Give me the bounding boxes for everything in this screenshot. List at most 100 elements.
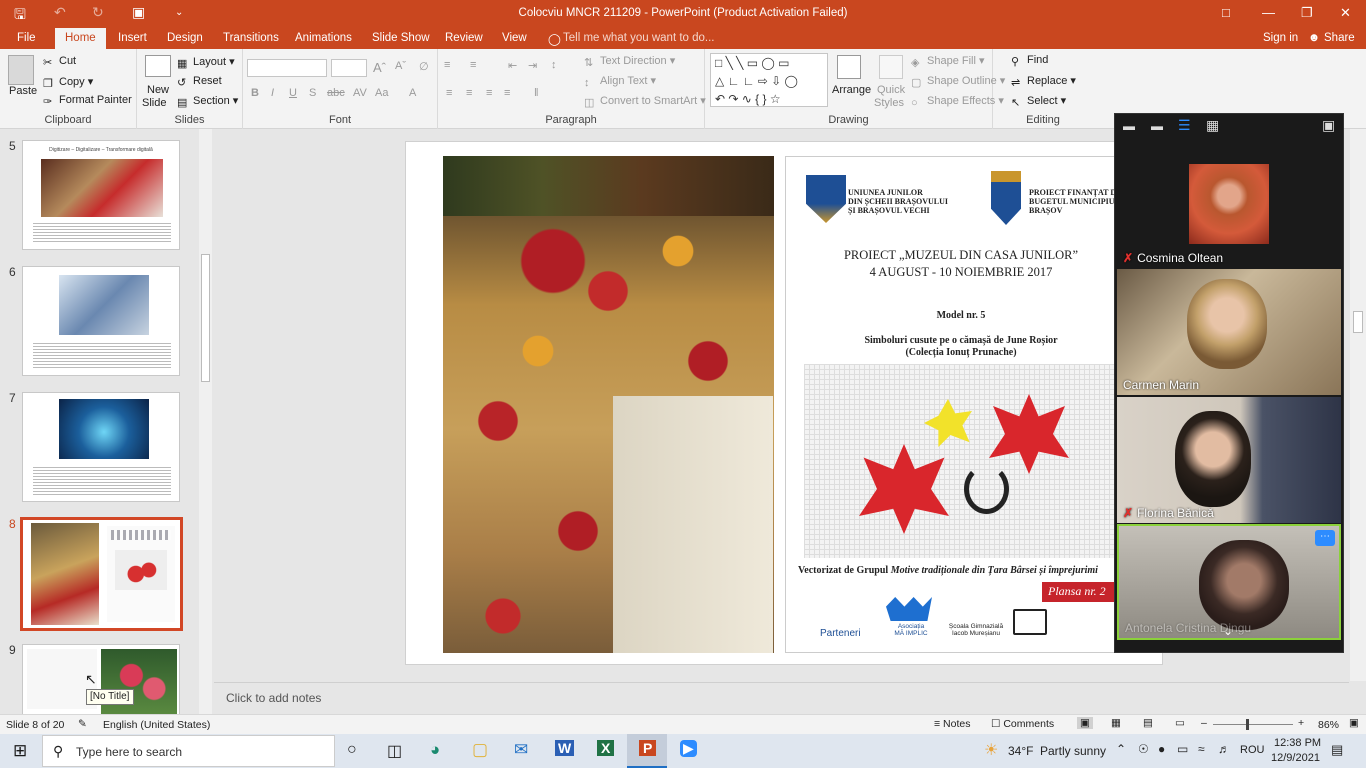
paste-button[interactable]: Paste [9, 85, 37, 97]
fit-slide-icon[interactable]: ▣ [1349, 717, 1359, 729]
weather-temp[interactable]: 34°F [1008, 744, 1033, 758]
volume-icon[interactable]: ♬ [1218, 742, 1230, 756]
slide-thumbnail-5[interactable]: Digitizare – Digitalizare – Transformare… [22, 140, 180, 250]
shape-effects-button[interactable]: ○ Shape Effects ▾ [911, 94, 1004, 109]
canvas-scrollbar[interactable] [1350, 129, 1366, 681]
justify-icon[interactable]: ≡ [504, 87, 510, 99]
zoom-out-icon[interactable]: – [1201, 717, 1207, 729]
minimize-icon[interactable]: ▬ [1123, 119, 1135, 133]
notes-placeholder[interactable]: Click to add notes [226, 691, 321, 705]
tab-file[interactable]: File [17, 32, 36, 44]
zoom-app-icon[interactable]: ▶ [680, 740, 697, 757]
microphone-icon[interactable]: ● [1158, 742, 1165, 756]
new-slide-label[interactable]: New [147, 84, 169, 96]
new-slide-icon[interactable] [145, 55, 171, 77]
participant-tile[interactable]: ✗ Cosmina Oltean [1117, 142, 1341, 268]
slide-sorter-icon[interactable]: ▦ [1111, 717, 1121, 729]
tab-design[interactable]: Design [167, 32, 203, 44]
shield-icon[interactable]: ☉ [1138, 742, 1149, 756]
tab-transitions[interactable]: Transitions [223, 32, 279, 44]
minimize-button[interactable]: — [1262, 5, 1275, 20]
tab-home[interactable]: Home [55, 28, 106, 49]
replace-button[interactable]: ⇌ Replace ▾ [1011, 74, 1076, 89]
decrease-indent-icon[interactable]: ⇤ [508, 59, 517, 72]
clock-time[interactable]: 12:38 PM [1274, 737, 1321, 749]
more-options-icon[interactable]: ⋯ [1315, 530, 1335, 546]
bold-icon[interactable]: B [251, 87, 259, 99]
clear-formatting-icon[interactable]: ∅ [419, 60, 429, 73]
font-color-icon[interactable]: A [409, 87, 416, 99]
sign-in-link[interactable]: Sign in [1263, 32, 1298, 44]
excel-icon[interactable]: X [597, 740, 615, 756]
thumbnails-scrollbar[interactable] [199, 129, 212, 715]
language-label[interactable]: English (United States) [103, 719, 210, 731]
search-input[interactable]: Type here to search [76, 745, 182, 759]
align-left-icon[interactable]: ≡ [446, 87, 452, 99]
canvas-scroll-thumb[interactable] [1353, 311, 1363, 333]
bullets-icon[interactable]: ≡ [444, 59, 450, 71]
strikethrough-icon[interactable]: abc [327, 87, 345, 99]
chevron-up-icon[interactable]: ⌃ [1116, 742, 1126, 756]
mail-icon[interactable]: ✉ [514, 740, 528, 760]
notes-pane[interactable]: Click to add notes [214, 682, 1349, 713]
file-explorer-icon[interactable]: ▢ [472, 740, 488, 760]
spacing-icon[interactable]: AV [353, 87, 367, 99]
windows-start-icon[interactable]: ⊞ [13, 741, 27, 761]
wifi-icon[interactable]: ≈ [1198, 742, 1205, 756]
zoom-meeting-panel[interactable]: ▬ ▬ ☰ ▦ ▣ ✗ Cosmina Oltean Carmen Marin ✗… [1114, 113, 1344, 653]
battery-icon[interactable]: ▭ [1177, 742, 1188, 756]
exit-fullscreen-icon[interactable]: ▣ [1322, 117, 1335, 134]
reset-button[interactable]: ↺ Reset [177, 75, 222, 89]
text-direction-button[interactable]: ⇅ Text Direction ▾ [584, 54, 675, 69]
arrange-button[interactable]: Arrange [832, 84, 871, 96]
reading-view-icon[interactable]: ▤ [1143, 717, 1153, 729]
cortana-icon[interactable]: ○ [347, 741, 357, 759]
columns-icon[interactable]: ‖ [534, 87, 539, 99]
ribbon-display-options-icon[interactable]: □ [1222, 5, 1230, 20]
quick-styles-label[interactable]: Quick [877, 84, 905, 96]
slideshow-view-icon[interactable]: ▭ [1175, 717, 1185, 729]
participant-tile[interactable]: ✗ Florina Bănică [1117, 397, 1341, 523]
tab-slideshow[interactable]: Slide Show [372, 32, 430, 44]
share-icon[interactable]: ☻ [1308, 32, 1320, 44]
align-right-icon[interactable]: ≡ [486, 87, 492, 99]
close-button[interactable]: ✕ [1340, 5, 1351, 21]
edge-icon[interactable]: ◕ [430, 740, 440, 760]
change-case-icon[interactable]: Aa [375, 87, 388, 99]
section-button[interactable]: ▤ Section ▾ [177, 94, 238, 109]
font-size-select[interactable] [331, 59, 367, 77]
tab-review[interactable]: Review [445, 32, 483, 44]
slide-thumbnail-6[interactable] [22, 266, 180, 376]
arrange-icon[interactable] [837, 55, 861, 79]
normal-view-icon[interactable]: ▣ [1077, 717, 1093, 729]
participant-tile-active[interactable]: ⋯ Antonela Cristina Dingu ⌄ [1117, 524, 1341, 640]
line-spacing-icon[interactable]: ↕ [551, 59, 557, 71]
scroll-thumb[interactable] [201, 254, 210, 382]
powerpoint-taskbar-item[interactable]: P [627, 734, 667, 768]
font-family-select[interactable] [247, 59, 327, 77]
chevron-down-icon[interactable]: ⌄ [1223, 624, 1233, 638]
format-painter-button[interactable]: ✑ Format Painter [43, 94, 132, 108]
notes-toggle[interactable]: ≡ Notes [934, 718, 970, 730]
tab-insert[interactable]: Insert [118, 32, 147, 44]
slide-thumbnails-pane[interactable]: 5 Digitizare – Digitalizare – Transforma… [0, 129, 214, 715]
slide-thumbnail-7[interactable] [22, 392, 180, 502]
quick-styles-icon[interactable] [879, 55, 903, 79]
shrink-font-icon[interactable]: Aˇ [395, 60, 406, 72]
tell-me-input[interactable]: Tell me what you want to do... [563, 32, 715, 44]
align-center-icon[interactable]: ≡ [466, 87, 472, 99]
zoom-level[interactable]: 86% [1318, 719, 1339, 731]
clock-date[interactable]: 12/9/2021 [1271, 752, 1320, 764]
tab-animations[interactable]: Animations [295, 32, 352, 44]
gallery-view-icon[interactable]: ▦ [1206, 117, 1219, 134]
shape-outline-button[interactable]: ▢ Shape Outline ▾ [911, 74, 1005, 89]
word-icon[interactable]: W [555, 740, 575, 756]
maximize-button[interactable]: ❐ [1301, 5, 1313, 21]
paste-icon[interactable] [8, 55, 34, 85]
taskbar-search[interactable]: ⚲ Type here to search [42, 735, 335, 767]
spelling-icon[interactable]: ✎ [78, 718, 87, 730]
comments-toggle[interactable]: ☐ Comments [991, 718, 1054, 730]
find-button[interactable]: ⚲ Find [1011, 54, 1048, 68]
copy-button[interactable]: ❐ Copy ▾ [43, 75, 93, 90]
align-text-button[interactable]: ↕ Align Text ▾ [584, 74, 656, 89]
